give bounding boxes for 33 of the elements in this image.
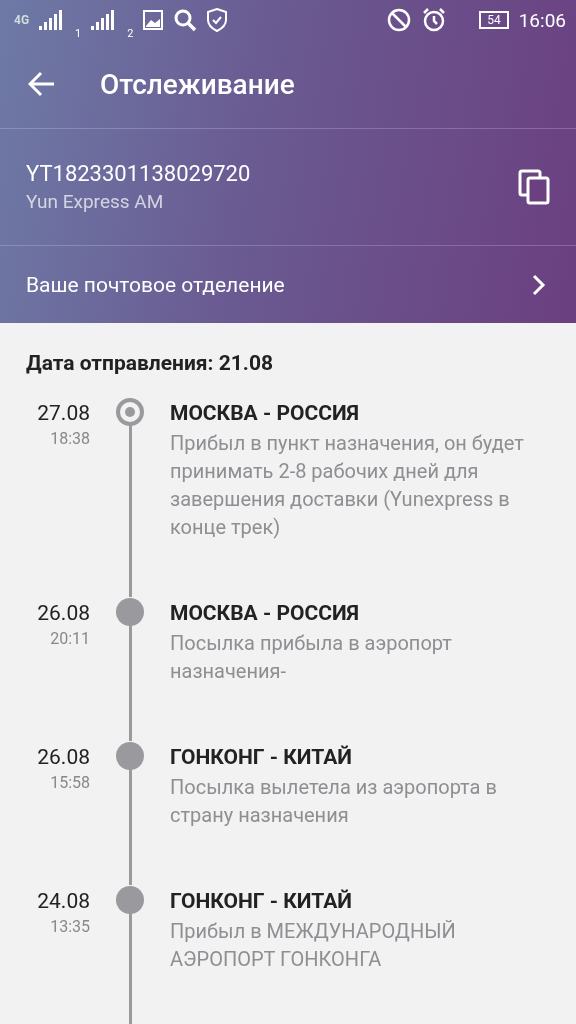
back-arrow-icon[interactable] [28,71,56,97]
event-location: ГОНКОНГ - КИТАЙ [170,889,353,913]
event-description: Прибыл в МЕЖДУНАРОДНЫЙ АЭРОПОРТ ГОНКОНГА [170,918,457,973]
event-time: 13:35 [50,917,90,936]
do-not-disturb-icon [387,8,412,32]
chevron-right-icon[interactable] [532,273,546,296]
copy-icon[interactable] [518,169,550,205]
event-date: 24.08 [37,889,90,913]
screen-title: Отслеживание [100,67,295,101]
carrier-name: Yun Express AM [26,190,165,213]
event-description: Посылка прибыла в аэропорт назначения- [170,630,453,685]
clock-time: 16:06 [518,8,566,32]
event-date: 26.08 [37,601,90,625]
event-location: МОСКВА - РОССИЯ [170,401,361,425]
shipment-date: Дата отправления: 21.08 [25,350,275,377]
search-icon [173,8,198,32]
sim-number: 2 [127,27,134,40]
event-time: 18:38 [50,429,90,448]
sim-number: 1 [75,27,82,40]
event-time: 15:58 [50,773,90,792]
event-time: 20:11 [50,629,90,648]
event-date: 26.08 [37,745,90,769]
event-location: МОСКВА - РОССИЯ [170,601,361,625]
event-description: Посылка вылетела из аэропорта в страну назначения [170,774,498,829]
event-description: Прибыл в пункт назначения, он будет принимать 2-8 рабочих дней для завершения доставки (Yunexpress в конце трек) [170,430,525,541]
image-icon [143,10,164,30]
post-office-link[interactable]: Ваше почтовое отделение [26,272,532,297]
tracking-number: YT1823301138029720 [26,161,252,186]
event-location: ГОНКОНГ - КИТАЙ [170,745,353,769]
shield-icon [207,8,228,32]
event-date: 27.08 [37,401,90,425]
battery-level: 54 [479,11,509,29]
network-type: 4G [14,13,30,27]
